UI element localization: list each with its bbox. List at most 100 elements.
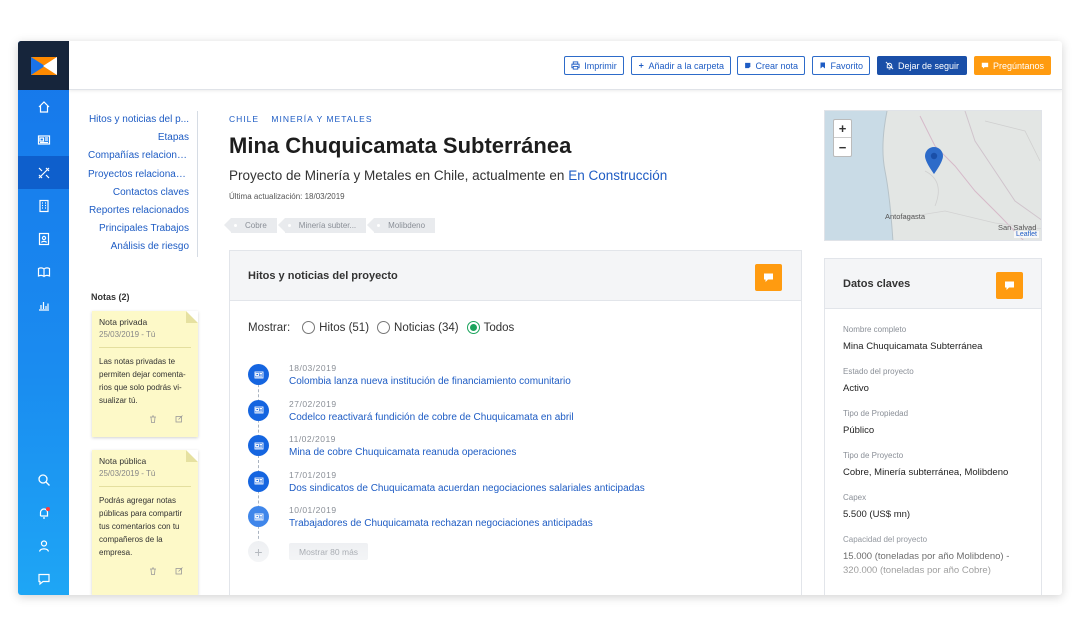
search-icon[interactable]: [18, 463, 69, 496]
favorite-button[interactable]: Favorito: [812, 56, 870, 75]
note-fold: [186, 450, 198, 462]
radio-noticias-label[interactable]: Noticias (34): [394, 322, 459, 334]
note-title: Nota privada: [99, 317, 148, 327]
page-title: Mina Chuquicamata Subterránea: [229, 133, 572, 158]
subtitle-text: Proyecto de Minería y Metales en Chile, …: [229, 168, 565, 183]
ask-us-button[interactable]: Pregúntanos: [974, 56, 1051, 75]
note-fold: [186, 311, 198, 323]
top-toolbar: Imprimir Añadir a la carpeta Crear nota …: [69, 41, 1062, 90]
status-link[interactable]: En Construcción: [568, 168, 667, 183]
print-button[interactable]: Imprimir: [564, 56, 624, 75]
index-link-proyectos[interactable]: Proyectos relacionad...: [88, 166, 189, 184]
contact-card-icon[interactable]: [18, 222, 69, 255]
page-subtitle: Proyecto de Minería y Metales en Chile, …: [229, 168, 667, 183]
field-label: Nombre completo: [843, 325, 907, 334]
field-propiedad: Tipo de Propiedad Público: [843, 409, 1023, 438]
edit-icon[interactable]: [175, 567, 183, 577]
zoom-in-button[interactable]: +: [834, 120, 851, 138]
tag-mineria[interactable]: Minería subter...: [277, 218, 367, 233]
news-link[interactable]: Trabajadores de Chuquicamata rechazan ne…: [289, 518, 788, 529]
user-icon[interactable]: [18, 529, 69, 562]
news-icon: [248, 399, 269, 421]
chat-icon[interactable]: [18, 562, 69, 595]
radio-noticias[interactable]: [377, 321, 391, 334]
show-more-button[interactable]: Mostrar 80 más: [289, 543, 369, 560]
breadcrumb-sector[interactable]: MINERÍA Y METALES: [271, 114, 372, 124]
private-note[interactable]: Nota privada 25/03/2019 - Tú Las notas p…: [92, 311, 198, 437]
tools-icon[interactable]: [18, 156, 69, 189]
index-link-contactos[interactable]: Contactos claves: [88, 184, 189, 202]
plus-icon[interactable]: +: [248, 541, 269, 562]
hitos-filter: Mostrar: Hitos (51) Noticias (34) Todos: [248, 321, 514, 334]
zoom-out-button[interactable]: −: [834, 138, 851, 156]
news-link[interactable]: Mina de cobre Chuquicamata reanuda opera…: [289, 447, 788, 458]
news-date: 27/02/2019: [289, 398, 337, 409]
index-link-companias[interactable]: Compañías relaciona...: [88, 147, 189, 165]
index-link-hitos[interactable]: Hitos y noticias del p...: [88, 111, 189, 129]
index-link-riesgo[interactable]: Análisis de riesgo: [88, 238, 189, 256]
field-value: Público: [843, 425, 875, 436]
public-note[interactable]: Nota pública 25/03/2019 - Tú Podrás agre…: [92, 450, 198, 595]
news-icon: [248, 470, 269, 492]
create-note-button[interactable]: Crear nota: [737, 56, 805, 75]
radio-todos-label[interactable]: Todos: [484, 322, 515, 334]
index-link-trabajos[interactable]: Principales Trabajos: [88, 220, 189, 238]
timeline-item: 18/03/2019 Colombia lanza nueva instituc…: [248, 361, 788, 397]
radio-hitos[interactable]: [302, 321, 316, 334]
add-to-folder-button[interactable]: Añadir a la carpeta: [631, 56, 731, 75]
map-tiles: [825, 111, 1041, 240]
hitos-comment-button[interactable]: [755, 264, 782, 291]
news-date: 11/02/2019: [289, 434, 336, 444]
chart-icon[interactable]: [18, 288, 69, 321]
last-updated: Última actualización: 18/03/2019: [229, 192, 345, 201]
location-map[interactable]: + − Antofagasta San Salvad Leaflet: [824, 110, 1042, 241]
field-value: Cobre, Minería subterránea, Molibdeno: [843, 467, 1009, 478]
brand-logo[interactable]: [18, 41, 69, 90]
index-link-etapas[interactable]: Etapas: [88, 129, 189, 147]
field-label: Tipo de Propiedad: [843, 409, 909, 418]
index-link-reportes[interactable]: Reportes relacionados: [88, 202, 189, 220]
news-link[interactable]: Codelco reactivará fundición de cobre de…: [289, 412, 788, 423]
field-capex: Capex 5.500 (US$ mn): [843, 493, 1023, 522]
news-date: 10/01/2019: [289, 505, 337, 515]
unfollow-label: Dejar de seguir: [897, 60, 960, 71]
unfollow-button[interactable]: Dejar de seguir: [877, 56, 967, 75]
news-link[interactable]: Colombia lanza nueva institución de fina…: [289, 376, 788, 387]
app-window: Imprimir Añadir a la carpeta Crear nota …: [18, 41, 1062, 595]
key-data-title: Datos claves: [843, 277, 911, 290]
trash-icon[interactable]: [149, 415, 157, 425]
building-icon[interactable]: [18, 189, 69, 222]
book-icon[interactable]: [18, 255, 69, 288]
key-data-comment-button[interactable]: [996, 272, 1023, 299]
breadcrumb-country[interactable]: CHILE: [229, 114, 259, 124]
radio-hitos-label[interactable]: Hitos (51): [319, 322, 369, 334]
field-estado: Estado del proyecto Activo: [843, 367, 1023, 396]
home-icon[interactable]: [18, 90, 69, 123]
field-capacidad: Capacidad del proyecto 15.000 (toneladas…: [843, 535, 1023, 578]
ask-us-label: Pregúntanos: [992, 60, 1044, 71]
timeline-item: 17/01/2019 Dos sindicatos de Chuquicamat…: [248, 468, 788, 504]
field-value: 5.500 (US$ mn): [843, 509, 911, 520]
map-attribution[interactable]: Leaflet: [1013, 231, 1039, 238]
note-title: Nota pública: [99, 456, 147, 466]
key-data-header: Datos claves: [825, 259, 1041, 309]
news-timeline: 18/03/2019 Colombia lanza nueva instituc…: [248, 361, 788, 549]
map-pin-icon[interactable]: [925, 147, 943, 174]
timeline-item: 11/02/2019 Mina de cobre Chuquicamata re…: [248, 432, 788, 468]
timeline-item: 27/02/2019 Codelco reactivará fundición …: [248, 397, 788, 433]
tag-molibdeno[interactable]: Molibdeno: [367, 218, 436, 233]
edit-icon[interactable]: [175, 415, 183, 425]
create-note-label: Crear nota: [755, 60, 798, 71]
hitos-header: Hitos y noticias del proyecto: [230, 251, 801, 301]
field-tipo: Tipo de Proyecto Cobre, Minería subterrá…: [843, 451, 1023, 480]
news-icon[interactable]: [18, 123, 69, 156]
field-value: Activo: [843, 383, 869, 394]
bell-icon[interactable]: [18, 496, 69, 529]
radio-todos[interactable]: [466, 321, 480, 334]
news-link[interactable]: Dos sindicatos de Chuquicamata acuerdan …: [289, 483, 788, 494]
news-icon: [248, 506, 269, 527]
trash-icon[interactable]: [149, 567, 157, 577]
tag-cobre[interactable]: Cobre: [224, 218, 277, 233]
field-label: Tipo de Proyecto: [843, 451, 904, 460]
add-to-folder-label: Añadir a la carpeta: [648, 60, 724, 71]
